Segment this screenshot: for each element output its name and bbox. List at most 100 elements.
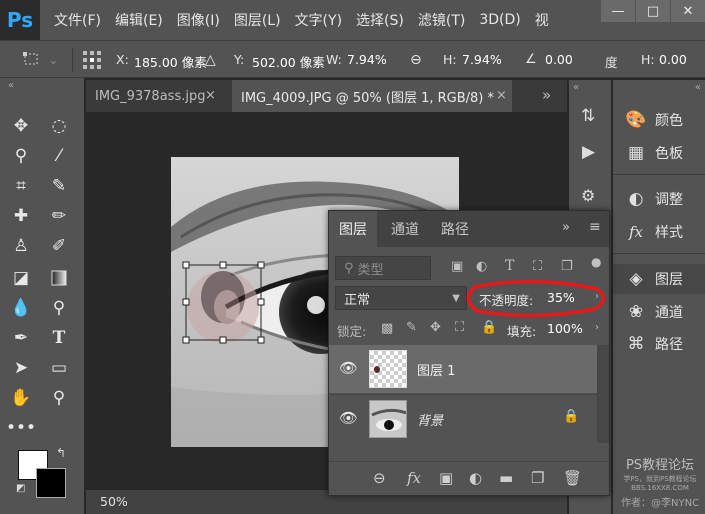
pixel-filter-icon[interactable]: ▣	[451, 259, 463, 274]
layer-name[interactable]: 背景	[417, 410, 443, 429]
new-adjustment-icon[interactable]: ◐	[469, 469, 482, 487]
panel-channels[interactable]: ❀ 通道	[613, 297, 705, 327]
menu-edit[interactable]: 编辑(E)	[115, 10, 163, 30]
lasso-select-tool-icon[interactable]: ◌	[46, 114, 72, 138]
maximize-button[interactable]: □	[636, 0, 670, 22]
dodge-tool-icon[interactable]: ⚲	[46, 296, 72, 320]
brush-tool-icon[interactable]: ✏	[46, 204, 72, 228]
quick-select-brush-icon[interactable]: ⁄	[46, 144, 72, 168]
tool-preset-chevron-icon[interactable]: ⌄	[48, 52, 58, 67]
tab-paths[interactable]: 路径	[431, 211, 479, 247]
close-button[interactable]: ✕	[671, 0, 705, 22]
blend-mode-select[interactable]: 正常 ▼	[335, 286, 467, 310]
lock-transparent-icon[interactable]: ▩	[381, 321, 393, 336]
type-tool-icon[interactable]: T	[46, 326, 72, 350]
panel-layers[interactable]: ◈ 图层	[613, 264, 705, 294]
crop-tool-icon[interactable]: ⌗	[8, 174, 34, 198]
y-field[interactable]: 502.00 像素	[252, 52, 325, 71]
smart-object-filter-icon[interactable]: ❐	[561, 259, 573, 274]
collapse-panel-icon[interactable]: «	[8, 80, 14, 91]
layer-row-layer1[interactable]: 👁 图层 1	[329, 345, 609, 393]
panel-swatches[interactable]: ▦ 色板	[613, 138, 705, 168]
eraser-tool-icon[interactable]: ◪	[8, 266, 34, 290]
angle-field[interactable]: 0.00	[545, 52, 573, 67]
minimize-button[interactable]: —	[601, 0, 635, 22]
properties-icon[interactable]: ⚙	[581, 186, 595, 205]
tabs-overflow-icon[interactable]: »	[542, 86, 551, 104]
height-field[interactable]: 7.94%	[462, 52, 502, 67]
x-field[interactable]: 185.00 像素	[134, 52, 207, 71]
delete-trash-icon[interactable]: 🗑	[563, 469, 582, 487]
paths-icon: ⌘	[627, 334, 645, 354]
filter-toggle-icon[interactable]: ●	[591, 255, 601, 269]
history-brush-tool-icon[interactable]: ✐	[46, 234, 72, 258]
swap-colors-icon[interactable]: ↰	[56, 446, 66, 460]
rectangle-shape-tool-icon[interactable]: ▭	[46, 356, 72, 380]
fx-add-style-icon[interactable]: fx	[407, 469, 421, 487]
menu-file[interactable]: 文件(F)	[54, 10, 101, 30]
path-selection-tool-icon[interactable]: ➤	[8, 356, 34, 380]
healing-brush-tool-icon[interactable]: ✚	[8, 204, 34, 228]
menu-image[interactable]: 图像(I)	[177, 10, 220, 30]
shape-filter-icon[interactable]: ⛶	[533, 259, 542, 274]
move-tool-icon[interactable]: ✥	[8, 114, 34, 138]
filter-kind-select[interactable]: ⚲ 类型	[335, 256, 431, 280]
panel-color[interactable]: 🎨 颜色	[613, 105, 705, 135]
collapse-panel-icon[interactable]: «	[573, 82, 579, 93]
adjustment-filter-icon[interactable]: ◐	[476, 259, 487, 274]
tab-img-4009[interactable]: IMG_4009.JPG @ 50% (图层 1, RGB/8) *	[232, 80, 512, 112]
fill-chevron-icon[interactable]: ›	[595, 322, 599, 333]
blur-tool-icon[interactable]: 💧	[8, 296, 34, 320]
clone-stamp-tool-icon[interactable]: ♙	[8, 234, 34, 258]
panel-adjustments[interactable]: ◐ 调整	[613, 184, 705, 214]
menu-layer[interactable]: 图层(L)	[234, 10, 281, 30]
relative-position-delta-icon[interactable]: △	[205, 52, 216, 68]
panel-paths[interactable]: ⌘ 路径	[613, 329, 705, 359]
panel-styles[interactable]: fx 样式	[613, 217, 705, 247]
lock-brush-icon[interactable]: ✎	[406, 320, 417, 335]
tab-channels[interactable]: 通道	[381, 211, 429, 247]
menu-select[interactable]: 选择(S)	[356, 10, 404, 30]
gradient-tool-icon[interactable]	[46, 266, 72, 290]
layer-name[interactable]: 图层 1	[417, 360, 455, 379]
panel-menu-icon[interactable]: ≡	[589, 219, 601, 235]
lock-position-icon[interactable]: ✥	[430, 320, 441, 335]
panel-overflow-icon[interactable]: »	[562, 220, 570, 235]
type-filter-icon[interactable]: T	[505, 258, 514, 274]
hand-tool-icon[interactable]: ✋	[8, 386, 34, 410]
zoom-level[interactable]: 50%	[100, 494, 128, 509]
link-chain-icon[interactable]: ⊖	[410, 52, 422, 68]
reference-point-icon[interactable]	[82, 50, 102, 70]
zoom-tool-icon[interactable]: ⚲	[46, 386, 72, 410]
layers-scrollbar[interactable]	[597, 345, 609, 443]
pen-tool-icon[interactable]: ✒	[8, 326, 34, 350]
new-group-folder-icon[interactable]: ▬	[499, 469, 513, 487]
actions-play-icon[interactable]: ▶	[582, 142, 595, 162]
fill-field[interactable]: 100%	[547, 321, 583, 336]
default-colors-icon[interactable]: ◩	[16, 483, 25, 494]
skew-h-field[interactable]: 0.00	[659, 52, 687, 67]
tab-close-icon[interactable]: ×	[205, 88, 216, 103]
tab-layers[interactable]: 图层	[329, 211, 377, 247]
transform-move-icon[interactable]	[22, 51, 42, 69]
background-color-swatch[interactable]	[36, 468, 66, 498]
lock-artboard-icon[interactable]: ⛶	[455, 320, 464, 335]
menu-3d[interactable]: 3D(D)	[479, 12, 520, 28]
eye-visibility-icon[interactable]: 👁	[339, 359, 358, 377]
magnetic-lasso-tool-icon[interactable]: ⚲	[8, 144, 34, 168]
menu-type[interactable]: 文字(Y)	[295, 10, 342, 30]
lock-all-icon[interactable]: 🔒	[481, 320, 497, 335]
history-icon[interactable]: ⇅	[581, 106, 595, 126]
new-layer-icon[interactable]: ❐	[531, 469, 544, 487]
tab-close-icon[interactable]: ×	[496, 88, 507, 103]
layer-row-background[interactable]: 👁 背景 🔒	[329, 394, 609, 442]
menu-view[interactable]: 视	[535, 10, 549, 30]
width-field[interactable]: 7.94%	[347, 52, 387, 67]
link-layers-icon[interactable]: ⊖	[373, 469, 386, 487]
more-tools-icon[interactable]: •••	[6, 416, 36, 440]
collapse-panel-icon[interactable]: «	[695, 82, 701, 93]
eyedropper-tool-icon[interactable]: ✎	[46, 174, 72, 198]
menu-filter[interactable]: 滤镜(T)	[418, 10, 465, 30]
add-mask-icon[interactable]: ▣	[439, 469, 453, 487]
eye-visibility-icon[interactable]: 👁	[339, 409, 358, 427]
